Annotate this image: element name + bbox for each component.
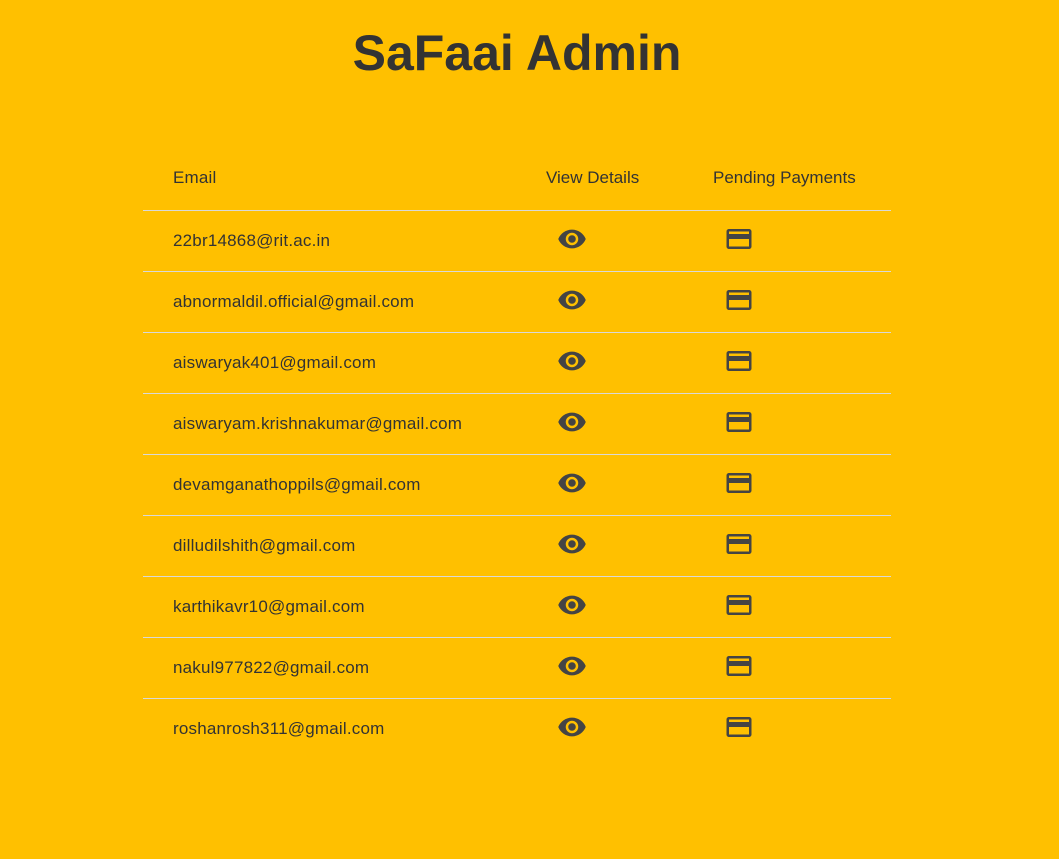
pending-payments-cell xyxy=(683,651,891,686)
credit-card-icon[interactable] xyxy=(724,346,754,376)
pending-payments-cell xyxy=(683,346,891,381)
column-header-email: Email xyxy=(173,168,217,187)
user-email: roshanrosh311@gmail.com xyxy=(173,719,385,738)
table-row: roshanrosh311@gmail.com xyxy=(143,699,891,759)
user-email: abnormaldil.official@gmail.com xyxy=(173,292,415,311)
credit-card-icon[interactable] xyxy=(724,285,754,315)
table-body: 22br14868@rit.ac.in abnormaldil.official@… xyxy=(143,211,891,759)
view-details-cell xyxy=(516,468,683,503)
visibility-icon[interactable] xyxy=(557,468,587,498)
table-row: karthikavr10@gmail.com xyxy=(143,577,891,638)
column-header-pending-payments: Pending Payments xyxy=(713,168,856,187)
view-details-cell xyxy=(516,346,683,381)
view-details-cell xyxy=(516,285,683,320)
pending-payments-cell xyxy=(683,468,891,503)
pending-payments-cell xyxy=(683,224,891,259)
column-header-view-details: View Details xyxy=(546,168,640,187)
pending-payments-cell xyxy=(683,407,891,442)
user-email: karthikavr10@gmail.com xyxy=(173,597,365,616)
table-header-row: Email View Details Pending Payments xyxy=(143,146,891,211)
table-row: dilludilshith@gmail.com xyxy=(143,516,891,577)
table-row: abnormaldil.official@gmail.com xyxy=(143,272,891,333)
visibility-icon[interactable] xyxy=(557,346,587,376)
visibility-icon[interactable] xyxy=(557,712,587,742)
user-email: aiswaryak401@gmail.com xyxy=(173,353,377,372)
table-row: aiswaryam.krishnakumar@gmail.com xyxy=(143,394,891,455)
view-details-cell xyxy=(516,712,683,747)
visibility-icon[interactable] xyxy=(557,529,587,559)
visibility-icon[interactable] xyxy=(557,407,587,437)
visibility-icon[interactable] xyxy=(557,285,587,315)
table-row: nakul977822@gmail.com xyxy=(143,638,891,699)
table-row: devamganathoppils@gmail.com xyxy=(143,455,891,516)
page-title: SaFaai Admin xyxy=(352,25,682,81)
table-row: 22br14868@rit.ac.in xyxy=(143,211,891,272)
table-row: aiswaryak401@gmail.com xyxy=(143,333,891,394)
user-email: 22br14868@rit.ac.in xyxy=(173,231,331,250)
credit-card-icon[interactable] xyxy=(724,468,754,498)
view-details-cell xyxy=(516,224,683,259)
visibility-icon[interactable] xyxy=(557,590,587,620)
users-table: Email View Details Pending Payments 22br… xyxy=(143,146,891,759)
credit-card-icon[interactable] xyxy=(724,651,754,681)
visibility-icon[interactable] xyxy=(557,651,587,681)
user-email: devamganathoppils@gmail.com xyxy=(173,475,421,494)
view-details-cell xyxy=(516,590,683,625)
view-details-cell xyxy=(516,529,683,564)
visibility-icon[interactable] xyxy=(557,224,587,254)
pending-payments-cell xyxy=(683,285,891,320)
credit-card-icon[interactable] xyxy=(724,529,754,559)
credit-card-icon[interactable] xyxy=(724,590,754,620)
user-email: nakul977822@gmail.com xyxy=(173,658,370,677)
pending-payments-cell xyxy=(683,529,891,564)
view-details-cell xyxy=(516,651,683,686)
user-email: dilludilshith@gmail.com xyxy=(173,536,356,555)
credit-card-icon[interactable] xyxy=(724,224,754,254)
credit-card-icon[interactable] xyxy=(724,712,754,742)
credit-card-icon[interactable] xyxy=(724,407,754,437)
user-email: aiswaryam.krishnakumar@gmail.com xyxy=(173,414,463,433)
pending-payments-cell xyxy=(683,590,891,625)
view-details-cell xyxy=(516,407,683,442)
pending-payments-cell xyxy=(683,712,891,747)
